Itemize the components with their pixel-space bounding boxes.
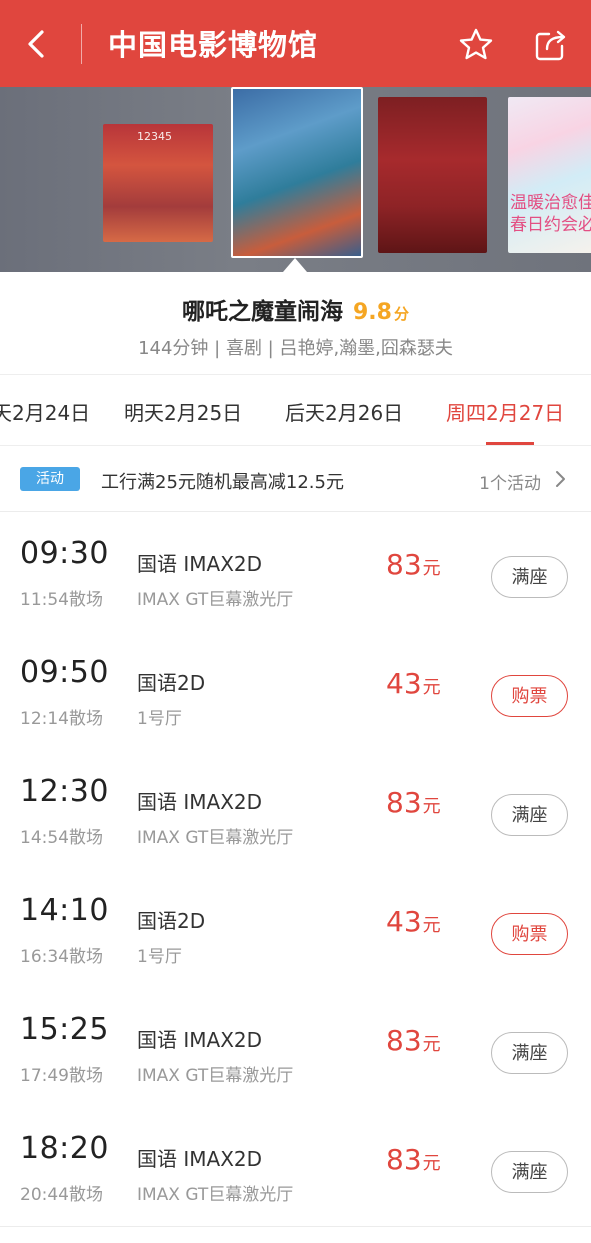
showtime-row[interactable]: 18:20 20:44散场 国语 IMAX2D IMAX GT巨幕激光厅 83元… [0, 1107, 591, 1227]
start-time: 09:50 [20, 655, 109, 690]
hall-name: IMAX GT巨幕激光厅 [137, 590, 294, 610]
tab-date-1[interactable]: 明天2月25日 [124, 397, 242, 426]
start-time: 09:30 [20, 536, 109, 571]
showtime-row[interactable]: 12:30 14:54散场 国语 IMAX2D IMAX GT巨幕激光厅 83元… [0, 750, 591, 870]
share-button[interactable] [533, 27, 569, 63]
tab-date-2[interactable]: 后天2月26日 [285, 397, 403, 426]
price-unit: 元 [422, 558, 441, 579]
chevron-left-icon [28, 30, 44, 58]
favorite-button[interactable] [458, 27, 494, 63]
buy-ticket-button[interactable]: 购票 [491, 913, 568, 955]
movie-info: 哪吒之魔童闹海 9.8 分 144分钟 | 喜剧 | 吕艳婷,瀚墨,囧森瑟夫 [0, 272, 591, 375]
page-title: 中国电影博物馆 [108, 28, 319, 62]
price-unit: 元 [422, 1153, 441, 1174]
language-format: 国语 IMAX2D [137, 790, 263, 814]
price: 83元 [386, 1024, 441, 1057]
end-time: 17:49散场 [20, 1066, 103, 1086]
poster-4[interactable]: 温暖治愈佳 春日约会必 [508, 97, 591, 253]
poster-1[interactable]: 12345 [103, 124, 213, 242]
hall-name: IMAX GT巨幕激光厅 [137, 1066, 294, 1086]
language-format: 国语 IMAX2D [137, 1028, 263, 1052]
hall-name: 1号厅 [137, 709, 182, 729]
language-format: 国语 IMAX2D [137, 1147, 263, 1171]
promo-badge: 活动 [20, 467, 80, 491]
score-value: 9.8 [353, 300, 392, 325]
showtime-row[interactable]: 14:10 16:34散场 国语2D 1号厅 43元 购票 [0, 869, 591, 989]
sold-out-button[interactable]: 满座 [491, 1032, 568, 1074]
price-unit: 元 [422, 796, 441, 817]
buy-ticket-button[interactable]: 购票 [491, 675, 568, 717]
end-time: 11:54散场 [20, 590, 103, 610]
tab-date-3[interactable]: 周四2月27日 [446, 397, 564, 426]
sold-out-button[interactable]: 满座 [491, 1151, 568, 1193]
start-time: 18:20 [20, 1131, 109, 1166]
end-time: 20:44散场 [20, 1185, 103, 1205]
language-format: 国语2D [137, 671, 206, 695]
poster-1-text: 12345 [137, 130, 172, 143]
poster-carousel[interactable]: 12345 温暖治愈佳 春日约会必 [0, 87, 591, 272]
start-time: 14:10 [20, 893, 109, 928]
poster-3[interactable] [378, 97, 487, 253]
movie-score: 9.8 分 [353, 300, 409, 325]
price-value: 83 [386, 1143, 422, 1176]
start-time: 15:25 [20, 1012, 109, 1047]
price-unit: 元 [422, 915, 441, 936]
top-bar: 中国电影博物馆 [0, 0, 591, 87]
movie-title-line: 哪吒之魔童闹海 9.8 分 [0, 292, 591, 326]
movie-name: 哪吒之魔童闹海 [182, 299, 343, 325]
price-value: 83 [386, 1024, 422, 1057]
movie-meta: 144分钟 | 喜剧 | 吕艳婷,瀚墨,囧森瑟夫 [138, 338, 453, 359]
price-value: 83 [386, 548, 422, 581]
showtime-row[interactable]: 09:30 11:54散场 国语 IMAX2D IMAX GT巨幕激光厅 83元… [0, 512, 591, 632]
price-unit: 元 [422, 1034, 441, 1055]
hall-name: IMAX GT巨幕激光厅 [137, 828, 294, 848]
language-format: 国语2D [137, 909, 206, 933]
hall-name: IMAX GT巨幕激光厅 [137, 1185, 294, 1205]
selected-indicator [283, 258, 307, 272]
poster-2-selected[interactable] [231, 87, 363, 258]
star-icon [459, 28, 493, 60]
back-button[interactable] [18, 24, 58, 64]
sold-out-button[interactable]: 满座 [491, 556, 568, 598]
price: 83元 [386, 548, 441, 581]
promo-count: 1个活动 [479, 474, 541, 494]
share-icon [535, 30, 566, 61]
tab-date-0[interactable]: 天2月24日 [0, 397, 90, 426]
language-format: 国语 IMAX2D [137, 552, 263, 576]
header-divider [81, 24, 82, 64]
price-value: 43 [386, 667, 422, 700]
hall-name: 1号厅 [137, 947, 182, 967]
chevron-right-icon [556, 471, 565, 487]
showtime-row[interactable]: 09:50 12:14散场 国语2D 1号厅 43元 购票 [0, 631, 591, 751]
price: 43元 [386, 905, 441, 938]
end-time: 16:34散场 [20, 947, 103, 967]
poster-4-text: 温暖治愈佳 春日约会必 [510, 193, 591, 235]
end-time: 12:14散场 [20, 709, 103, 729]
score-unit: 分 [393, 305, 409, 323]
price-unit: 元 [422, 677, 441, 698]
promo-text: 工行满25元随机最高减12.5元 [101, 472, 344, 493]
date-tabs: 天2月24日 明天2月25日 后天2月26日 周四2月27日 [0, 375, 591, 445]
showtime-row[interactable]: 15:25 17:49散场 国语 IMAX2D IMAX GT巨幕激光厅 83元… [0, 988, 591, 1108]
price: 83元 [386, 786, 441, 819]
start-time: 12:30 [20, 774, 109, 809]
promo-bar[interactable]: 活动 工行满25元随机最高减12.5元 1个活动 [0, 446, 591, 512]
price: 83元 [386, 1143, 441, 1176]
price: 43元 [386, 667, 441, 700]
end-time: 14:54散场 [20, 828, 103, 848]
sold-out-button[interactable]: 满座 [491, 794, 568, 836]
price-value: 43 [386, 905, 422, 938]
price-value: 83 [386, 786, 422, 819]
